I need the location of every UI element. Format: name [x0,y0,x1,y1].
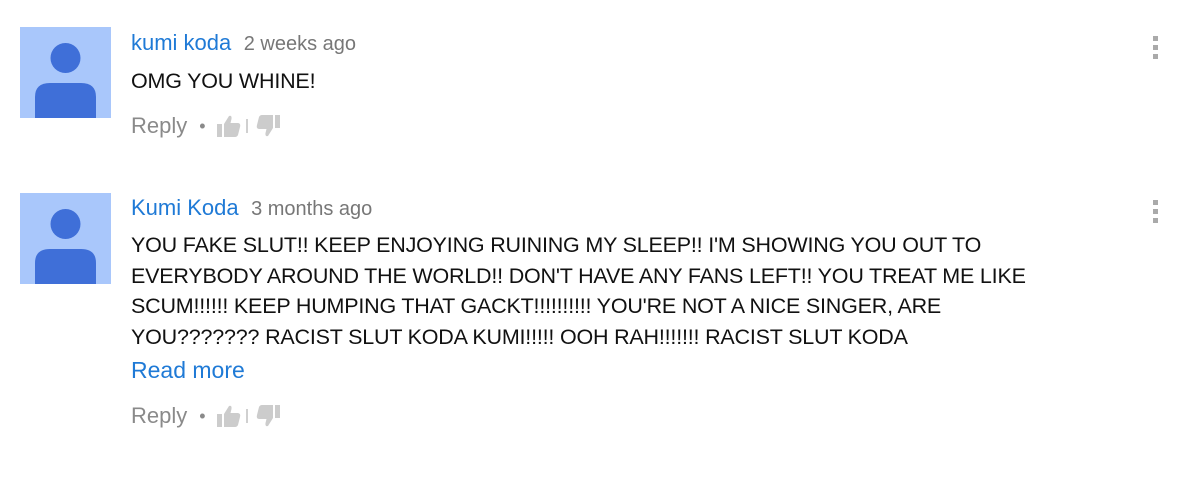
comment-text: YOU FAKE SLUT!! KEEP ENJOYING RUINING MY… [131,233,1026,349]
more-vertical-icon[interactable] [1148,200,1162,230]
thumbs-up-icon[interactable] [216,403,242,429]
default-user-icon [35,209,96,284]
read-more-link[interactable]: Read more [131,357,245,384]
more-vertical-icon[interactable] [1148,36,1162,66]
comment-actions: Reply • [131,401,281,431]
thumbs-down-icon[interactable] [255,403,281,429]
thumbs-up-icon[interactable] [216,113,242,139]
timestamp[interactable]: 2 weeks ago [244,33,356,55]
default-user-icon [35,43,96,118]
avatar[interactable] [20,27,111,118]
comment-header: Kumi Koda 3 months ago [131,195,372,221]
author-name[interactable]: kumi koda [131,30,231,55]
thumbs-down-icon[interactable] [255,113,281,139]
comment-text: OMG YOU WHINE! [131,69,316,93]
vote-divider [245,409,248,423]
reply-button[interactable]: Reply [131,403,187,429]
reply-button[interactable]: Reply [131,113,187,139]
avatar[interactable] [20,193,111,284]
timestamp[interactable]: 3 months ago [251,198,372,220]
separator-dot: • [199,115,206,136]
vote-divider [245,119,248,133]
separator-dot: • [199,405,206,426]
author-name[interactable]: Kumi Koda [131,195,239,220]
comment-header: kumi koda 2 weeks ago [131,30,356,56]
comment-actions: Reply • [131,111,281,141]
